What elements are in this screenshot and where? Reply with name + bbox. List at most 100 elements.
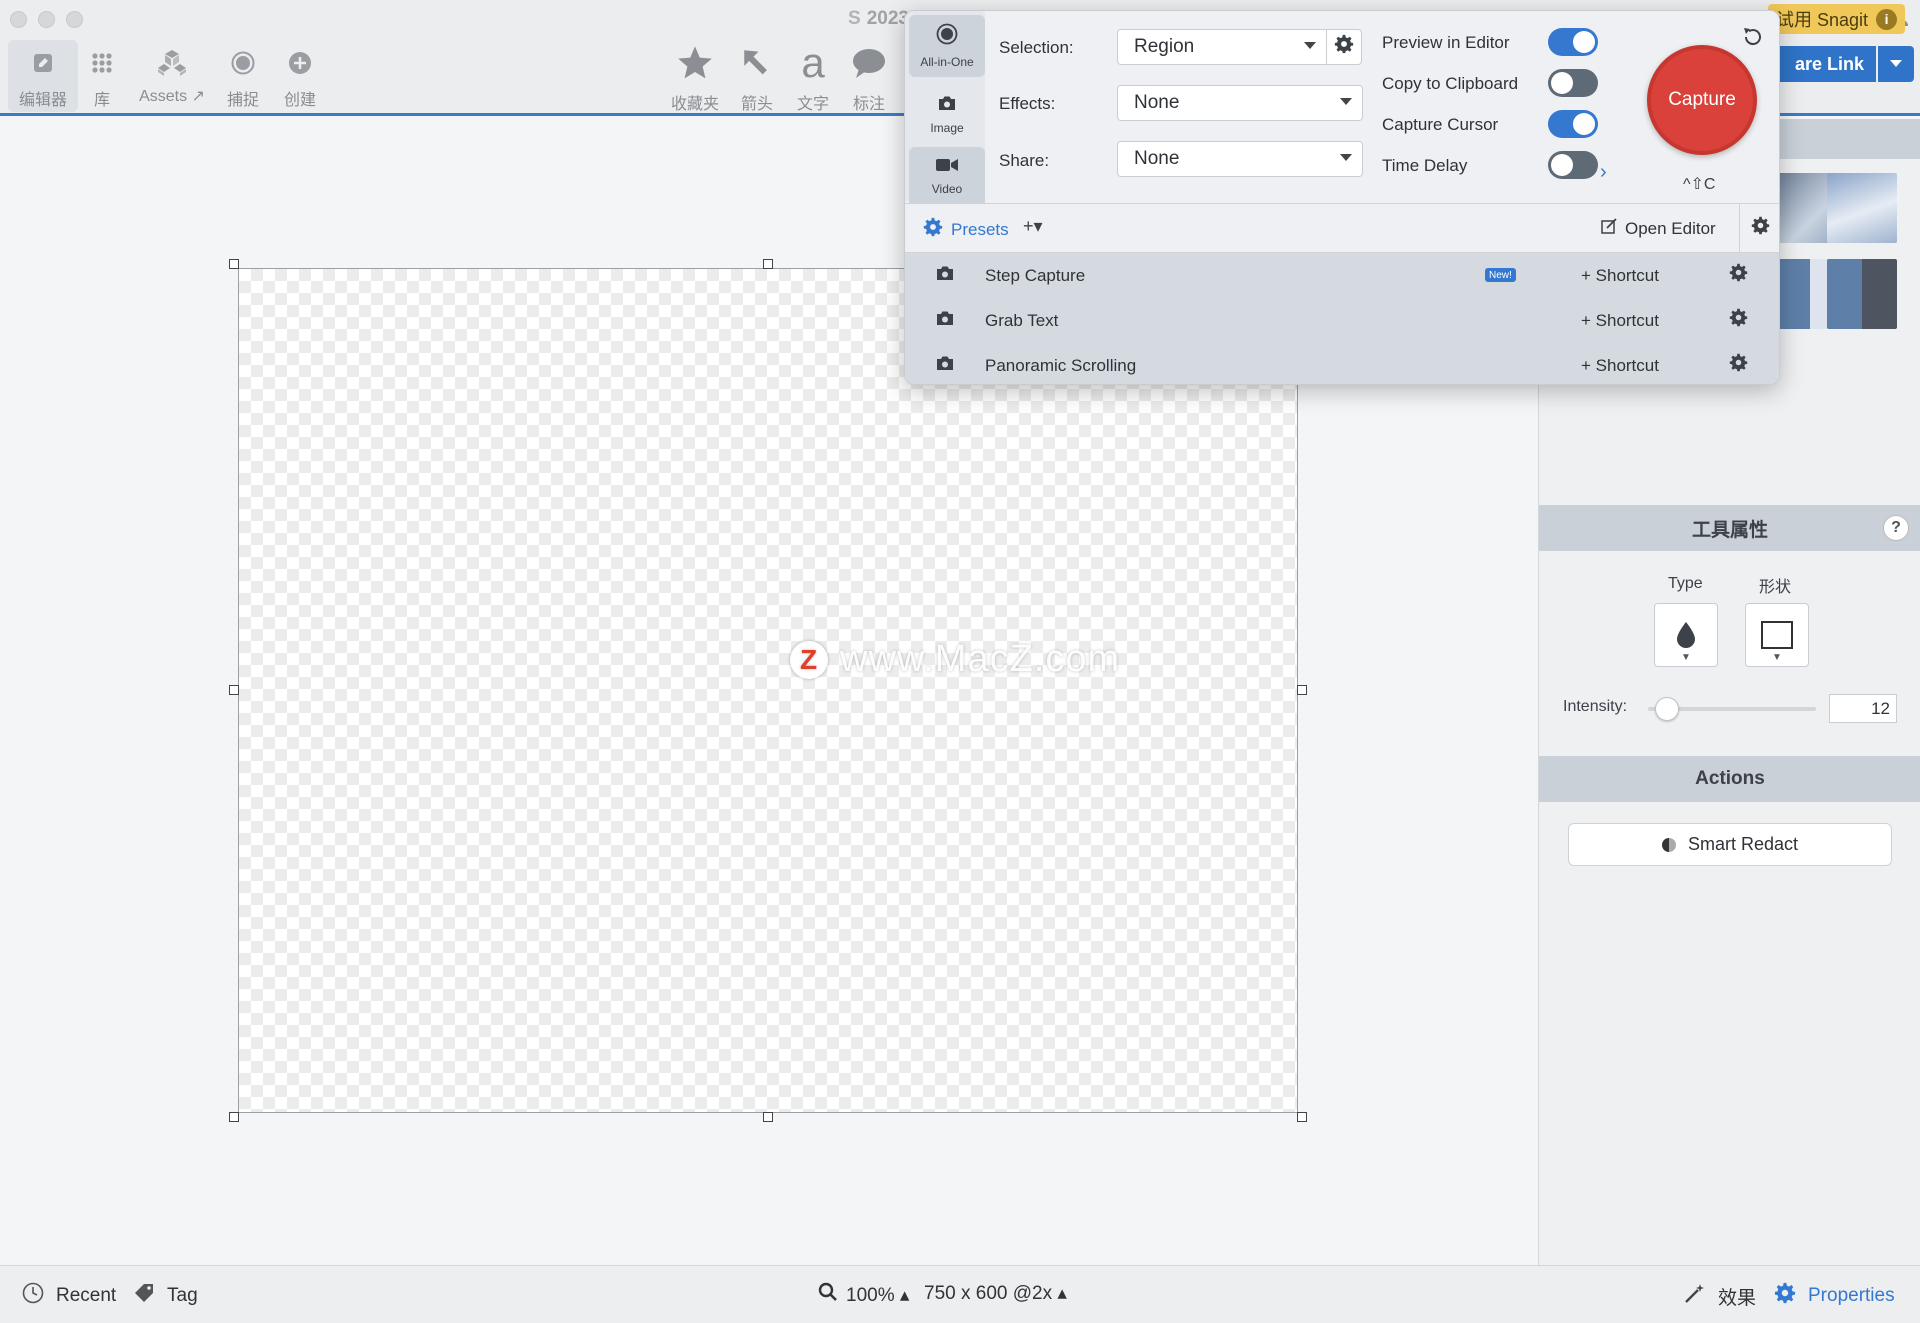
add-shortcut-button[interactable]: + Shortcut	[1581, 311, 1659, 331]
capture-button[interactable]: Capture	[1647, 45, 1757, 155]
capture-cursor-label: Capture Cursor	[1382, 115, 1499, 134]
preview-in-editor-toggle[interactable]	[1548, 28, 1598, 56]
gear-icon[interactable]	[1729, 353, 1748, 378]
actions-title: Actions	[1695, 768, 1765, 789]
rectangle-icon	[1761, 621, 1793, 649]
gear-icon[interactable]	[1729, 308, 1748, 333]
add-shortcut-button[interactable]: + Shortcut	[1581, 266, 1659, 286]
open-editor-icon	[1601, 218, 1617, 239]
effects-value: None	[1134, 92, 1180, 113]
text-tool[interactable]: a 文字	[784, 39, 842, 114]
clock-icon	[22, 1282, 44, 1310]
grid-icon	[91, 46, 113, 80]
zoom-control[interactable]: 100% ▴	[818, 1282, 909, 1308]
callout-tool[interactable]: 标注	[840, 40, 898, 114]
library-tab-label: 库	[93, 92, 110, 109]
type-label: Type	[1668, 575, 1703, 592]
type-picker[interactable]: ▼	[1654, 603, 1718, 667]
preset-name: Step Capture	[985, 265, 1086, 285]
add-preset-button[interactable]: +▾	[1023, 216, 1043, 237]
effects-select[interactable]: None	[1117, 85, 1363, 121]
chevron-down-icon	[1304, 42, 1316, 49]
arrow-icon	[740, 40, 774, 86]
resize-handle-top[interactable]	[763, 259, 773, 269]
gear-icon	[1751, 216, 1770, 240]
resize-handle-bottom-left[interactable]	[229, 1112, 239, 1122]
share-dropdown-button[interactable]	[1878, 46, 1914, 82]
new-badge: New!	[1485, 268, 1516, 282]
tag-icon	[133, 1282, 155, 1310]
create-tab[interactable]: 创建	[278, 40, 322, 112]
assets-tab[interactable]: Assets ↗	[136, 40, 208, 112]
editor-tab[interactable]: 编辑器	[8, 40, 78, 112]
properties-button[interactable]: Properties	[1774, 1282, 1895, 1310]
library-tab[interactable]: 库	[82, 40, 122, 112]
tool-properties-header: 工具属性 ?	[1539, 505, 1920, 551]
edit-icon	[32, 46, 54, 80]
shape-label: 形状	[1759, 579, 1792, 596]
editor-tab-label: 编辑器	[18, 92, 67, 109]
selection-settings-button[interactable]	[1326, 29, 1362, 65]
resize-handle-left[interactable]	[229, 685, 239, 695]
open-editor-label: Open Editor	[1625, 218, 1716, 238]
gears-icon	[923, 217, 943, 242]
preset-row[interactable]: Step Capture New! + Shortcut	[905, 253, 1779, 298]
shape-picker[interactable]: ▼	[1745, 603, 1809, 667]
time-delay-toggle[interactable]	[1548, 151, 1598, 179]
presets-label: Presets	[951, 219, 1009, 239]
record-icon	[936, 23, 958, 51]
style-thumbnail[interactable]	[1827, 259, 1897, 329]
recent-button[interactable]: Recent	[22, 1282, 116, 1310]
tag-button[interactable]: Tag	[133, 1282, 198, 1310]
capture-mode-tabs: All-in-One Image Video	[905, 11, 985, 203]
effects-label: 效果	[1718, 1287, 1757, 1309]
favorites-tool[interactable]: 收藏夹	[666, 40, 724, 114]
share-label: Share:	[999, 151, 1050, 170]
preview-in-editor-label: Preview in Editor	[1382, 33, 1510, 52]
selection-select[interactable]: Region	[1117, 29, 1327, 65]
preset-settings-button[interactable]	[1739, 204, 1779, 252]
zoom-window-button[interactable]	[66, 11, 83, 28]
star-icon	[676, 40, 714, 86]
preset-row[interactable]: Panoramic Scrolling + Shortcut	[905, 343, 1779, 384]
callout-tool-label: 标注	[852, 96, 885, 113]
tab-all-in-one[interactable]: All-in-One	[909, 15, 985, 77]
tab-video[interactable]: Video	[909, 147, 985, 203]
preset-row[interactable]: Grab Text + Shortcut	[905, 298, 1779, 343]
canvas-size-control[interactable]: 750 x 600 @2x ▴	[924, 1282, 1067, 1305]
close-window-button[interactable]	[10, 11, 27, 28]
share-select[interactable]: None	[1117, 141, 1363, 177]
smart-redact-button[interactable]: Smart Redact	[1568, 823, 1892, 866]
video-icon	[936, 155, 958, 178]
arrow-tool[interactable]: 箭头	[728, 40, 786, 114]
presets-list: Step Capture New! + Shortcut Grab Text +…	[905, 253, 1779, 384]
open-editor-button[interactable]: Open Editor	[1601, 218, 1716, 239]
resize-handle-top-left[interactable]	[229, 259, 239, 269]
trial-badge[interactable]: 试用 Snagit i	[1768, 4, 1906, 34]
intensity-slider-thumb[interactable]	[1655, 697, 1680, 721]
add-shortcut-button[interactable]: + Shortcut	[1581, 356, 1659, 376]
callout-icon	[851, 40, 887, 86]
style-thumbnail[interactable]	[1827, 173, 1897, 243]
tab-image[interactable]: Image	[909, 83, 985, 145]
capture-tab[interactable]: 捕捉	[222, 40, 264, 112]
effects-button[interactable]: 效果	[1684, 1282, 1756, 1310]
resize-handle-bottom-right[interactable]	[1297, 1112, 1307, 1122]
gear-icon[interactable]	[1729, 263, 1748, 288]
resize-handle-bottom[interactable]	[763, 1112, 773, 1122]
text-icon: a	[801, 39, 825, 86]
resize-handle-right[interactable]	[1297, 685, 1307, 695]
image-canvas[interactable]	[238, 268, 1298, 1113]
chevron-right-icon[interactable]: ›	[1600, 161, 1607, 184]
cubes-icon	[157, 46, 187, 80]
presets-button[interactable]: Presets	[923, 217, 1009, 242]
canvas-dimensions: 750 x 600 @2x ▴	[924, 1283, 1067, 1304]
share-value: None	[1134, 148, 1180, 169]
minimize-window-button[interactable]	[38, 11, 55, 28]
copy-to-clipboard-toggle[interactable]	[1548, 69, 1598, 97]
reset-icon[interactable]	[1741, 25, 1765, 56]
zoom-level: 100% ▴	[846, 1284, 910, 1306]
intensity-input[interactable]: 12	[1829, 694, 1897, 723]
help-button[interactable]: ?	[1883, 515, 1909, 541]
capture-cursor-toggle[interactable]	[1548, 110, 1598, 138]
